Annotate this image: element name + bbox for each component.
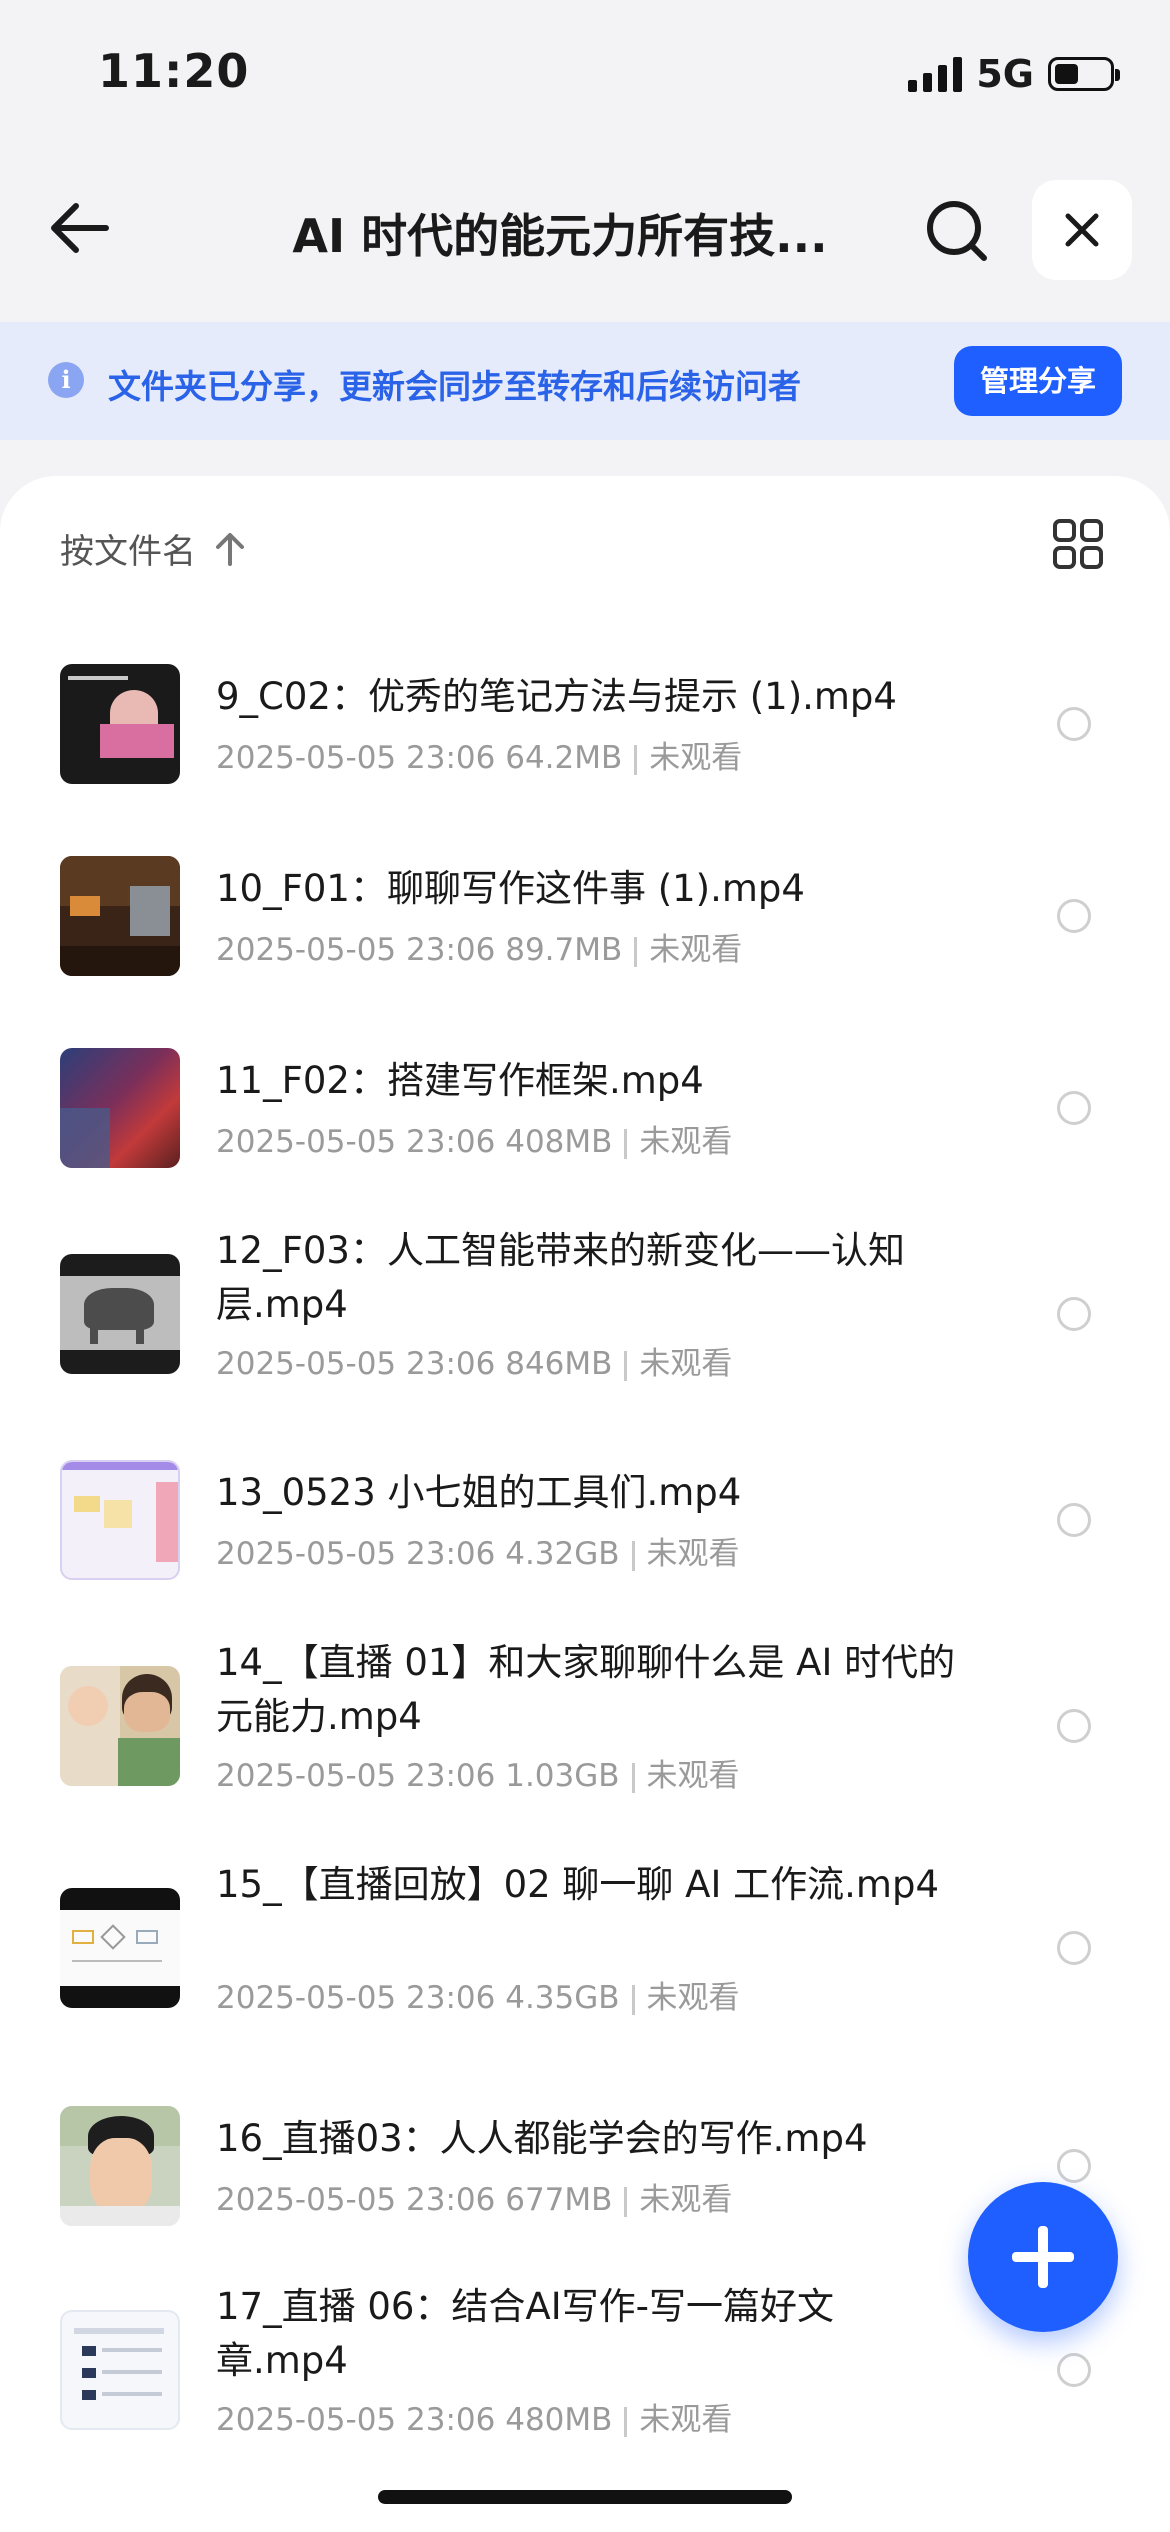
watch-status: 未观看	[639, 2182, 733, 2218]
file-name: 10_F01：聊聊写作这件事 (1).mp4	[216, 867, 805, 910]
meta-divider	[624, 2186, 628, 2217]
arrow-left-icon	[51, 203, 109, 253]
file-name: 12_F03：人工智能带来的新变化——认知层.mp4	[216, 1229, 905, 1326]
meta-divider	[631, 1984, 635, 2015]
file-size: 64.2MB	[505, 740, 623, 776]
select-checkbox[interactable]	[1057, 707, 1091, 741]
watch-status: 未观看	[639, 1124, 733, 1160]
nav-bar: AI 时代的能元力所有技...	[0, 160, 1170, 300]
watch-status: 未观看	[646, 1536, 740, 1572]
meta-divider	[634, 744, 638, 775]
video-thumbnail	[60, 1048, 180, 1168]
file-size: 846MB	[505, 1346, 613, 1382]
file-name: 14_【直播 01】和大家聊聊什么是 AI 时代的元能力.mp4	[216, 1641, 956, 1738]
meta-divider	[631, 1762, 635, 1793]
file-date: 2025-05-05 23:06	[216, 2182, 496, 2218]
video-thumbnail	[60, 856, 180, 976]
file-size: 480MB	[505, 2402, 613, 2438]
file-name: 16_直播03：人人都能学会的写作.mp4	[216, 2117, 868, 2160]
file-meta: 2025-05-05 23:06 408MB 未观看	[216, 1116, 732, 1161]
file-date: 2025-05-05 23:06	[216, 1758, 496, 1794]
sort-label: 按文件名	[60, 532, 196, 572]
page-title: AI 时代的能元力所有技...	[292, 209, 828, 263]
file-size: 4.32GB	[505, 1536, 620, 1572]
meta-divider	[624, 2406, 628, 2437]
sort-control[interactable]: 按文件名	[60, 524, 246, 573]
file-date: 2025-05-05 23:06	[216, 1124, 496, 1160]
file-name: 11_F02：搭建写作框架.mp4	[216, 1059, 704, 1102]
file-size: 1.03GB	[505, 1758, 620, 1794]
meta-divider	[631, 1540, 635, 1571]
file-name: 9_C02：优秀的笔记方法与提示 (1).mp4	[216, 675, 897, 718]
select-checkbox[interactable]	[1057, 2353, 1091, 2387]
file-meta: 2025-05-05 23:06 4.35GB 未观看	[216, 1972, 740, 2017]
status-bar: 11:20 5G	[0, 0, 1170, 150]
share-banner: i 文件夹已分享，更新会同步至转存和后续访问者 管理分享	[0, 322, 1170, 440]
video-thumbnail	[60, 1460, 180, 1580]
video-thumbnail	[60, 1666, 180, 1786]
select-checkbox[interactable]	[1057, 899, 1091, 933]
grid-view-button[interactable]	[1052, 518, 1104, 570]
meta-divider	[624, 1350, 628, 1381]
file-date: 2025-05-05 23:06	[216, 1346, 496, 1382]
file-date: 2025-05-05 23:06	[216, 2402, 496, 2438]
battery-icon	[1048, 57, 1120, 91]
manage-share-button[interactable]: 管理分享	[954, 346, 1122, 416]
file-name: 15_【直播回放】02 聊一聊 AI 工作流.mp4	[216, 1863, 939, 1906]
file-size: 89.7MB	[505, 932, 623, 968]
signal-icon	[908, 56, 963, 92]
video-thumbnail	[60, 1888, 180, 2008]
watch-status: 未观看	[649, 932, 743, 968]
watch-status: 未观看	[646, 1758, 740, 1794]
file-meta: 2025-05-05 23:06 89.7MB 未观看	[216, 924, 742, 969]
select-checkbox[interactable]	[1057, 1709, 1091, 1743]
back-button[interactable]	[44, 188, 124, 268]
watch-status: 未观看	[639, 1346, 733, 1382]
arrow-up-icon	[216, 532, 244, 566]
file-name: 17_直播 06：结合AI写作-写一篇好文章.mp4	[216, 2285, 834, 2382]
file-meta: 2025-05-05 23:06 64.2MB 未观看	[216, 732, 742, 777]
network-type: 5G	[976, 52, 1034, 96]
file-size: 408MB	[505, 1124, 613, 1160]
watch-status: 未观看	[649, 740, 743, 776]
file-date: 2025-05-05 23:06	[216, 1536, 496, 1572]
close-icon	[1065, 213, 1099, 247]
status-time: 11:20	[98, 44, 250, 98]
file-date: 2025-05-05 23:06	[216, 932, 496, 968]
share-banner-text: 文件夹已分享，更新会同步至转存和后续访问者	[108, 367, 801, 406]
file-meta: 2025-05-05 23:06 846MB 未观看	[216, 1338, 732, 1383]
select-checkbox[interactable]	[1057, 1297, 1091, 1331]
video-thumbnail	[60, 664, 180, 784]
meta-divider	[624, 1128, 628, 1159]
file-size: 677MB	[505, 2182, 613, 2218]
info-icon: i	[48, 362, 84, 398]
video-thumbnail	[60, 2106, 180, 2226]
file-size: 4.35GB	[505, 1980, 620, 2016]
file-date: 2025-05-05 23:06	[216, 740, 496, 776]
video-thumbnail	[60, 2310, 180, 2430]
select-checkbox[interactable]	[1057, 1091, 1091, 1125]
search-button[interactable]	[922, 196, 992, 266]
meta-divider	[634, 936, 638, 967]
file-meta: 2025-05-05 23:06 677MB 未观看	[216, 2174, 732, 2219]
file-meta: 2025-05-05 23:06 480MB 未观看	[216, 2394, 732, 2439]
select-checkbox[interactable]	[1057, 1503, 1091, 1537]
home-indicator[interactable]	[378, 2490, 792, 2504]
file-name: 13_0523 小七姐的工具们.mp4	[216, 1471, 742, 1514]
grid-view-icon	[1053, 519, 1103, 569]
select-checkbox[interactable]	[1057, 1931, 1091, 1965]
watch-status: 未观看	[646, 1980, 740, 2016]
file-meta: 2025-05-05 23:06 4.32GB 未观看	[216, 1528, 740, 1573]
close-button[interactable]	[1032, 180, 1132, 280]
watch-status: 未观看	[639, 2402, 733, 2438]
search-icon	[927, 201, 987, 261]
file-date: 2025-05-05 23:06	[216, 1980, 496, 2016]
status-right: 5G	[908, 52, 1120, 96]
select-checkbox[interactable]	[1057, 2149, 1091, 2183]
video-thumbnail	[60, 1254, 180, 1374]
add-button[interactable]	[968, 2182, 1118, 2332]
file-meta: 2025-05-05 23:06 1.03GB 未观看	[216, 1750, 740, 1795]
